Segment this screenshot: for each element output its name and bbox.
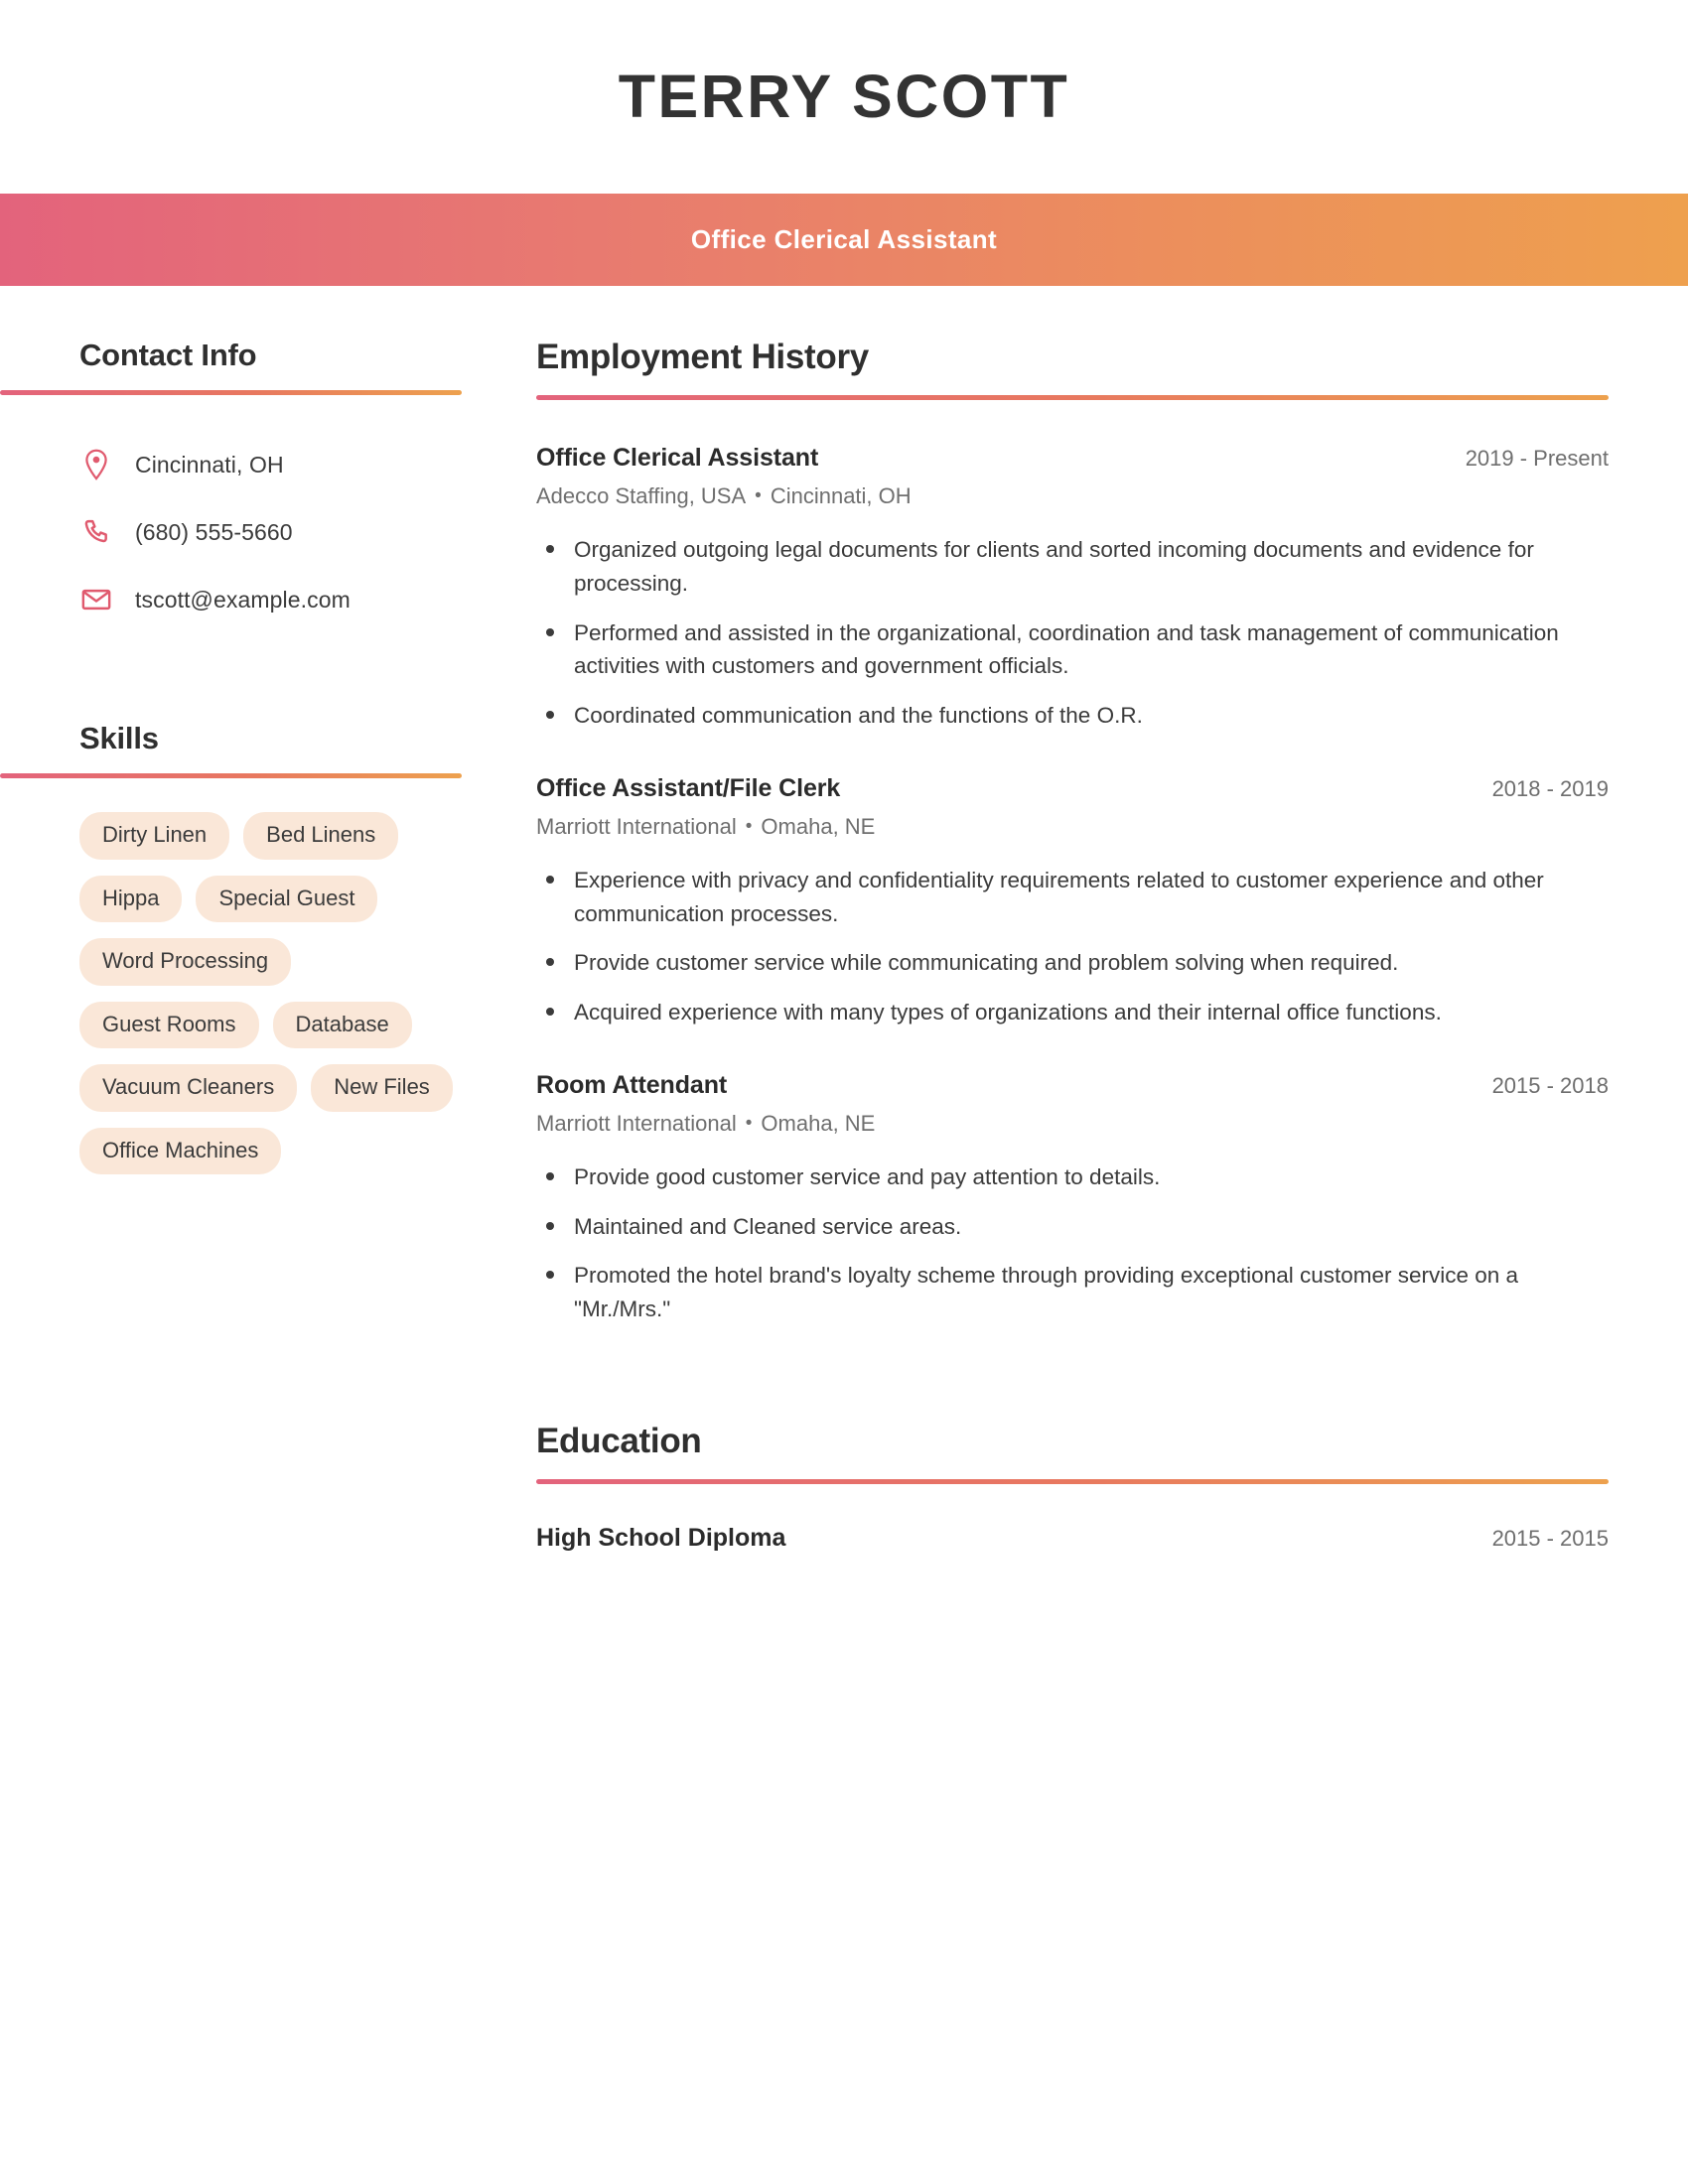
employment-bullet: Acquired experience with many types of o… [536,996,1599,1029]
employment-bullet-list: Organized outgoing legal documents for c… [536,533,1609,733]
employment-bullet: Provide customer service while communica… [536,946,1599,980]
employment-company: Marriott International [536,1110,737,1136]
separator-dot-icon: • [755,485,762,506]
contact-item-phone: (680) 555-5660 [79,498,536,566]
skill-pill: Dirty Linen [79,812,230,860]
employment-entry-header: Office Assistant/File Clerk 2018 - 2019 [536,774,1609,803]
employment-company: Adecco Staffing, USA [536,483,747,508]
employment-company-location: Marriott International • Omaha, NE [536,1111,1609,1137]
skill-pill: Word Processing [79,938,292,986]
employment-entry: Office Clerical Assistant 2019 - Present A… [536,444,1609,733]
contact-info-heading: Contact Info [79,338,257,372]
contact-info-section: Contact Info Cincinnati, OH (680) 555-56… [0,338,536,633]
sidebar: Contact Info Cincinnati, OH (680) 555-56… [0,338,536,1174]
employment-location: Omaha, NE [761,1110,876,1136]
phone-icon [79,518,113,546]
contact-list: Cincinnati, OH (680) 555-5660 tscott@exa… [0,431,536,633]
employment-location: Omaha, NE [761,813,876,839]
education-divider [536,1478,1609,1484]
contact-location-text: Cincinnati, OH [135,451,284,478]
skills-heading: Skills [79,721,159,755]
employment-list: Office Clerical Assistant 2019 - Present A… [536,444,1609,1326]
resume-page: TERRY SCOTT Office Clerical Assistant Co… [0,0,1688,2184]
resume-header: TERRY SCOTT [0,0,1688,194]
employment-bullet: Experience with privacy and confidential… [536,864,1599,931]
skill-pill: New Files [311,1064,453,1112]
contact-item-email: tscott@example.com [79,566,536,633]
employment-bullet: Coordinated communication and the functi… [536,699,1599,733]
skills-section: Skills Dirty Linen Bed Linens Hippa Special… [0,721,536,1174]
education-list: High School Diploma 2015 - 2015 [536,1524,1609,1553]
employment-bullet-list: Provide good customer service and pay at… [536,1160,1609,1326]
education-entry-header: High School Diploma 2015 - 2015 [536,1524,1609,1553]
candidate-job-title: Office Clerical Assistant [690,224,998,254]
employment-bullet: Promoted the hotel brand's loyalty schem… [536,1259,1599,1326]
skill-pill: Office Machines [79,1127,282,1174]
employment-entry-header: Room Attendant 2015 - 2018 [536,1071,1609,1100]
employment-bullet: Performed and assisted in the organizati… [536,616,1599,684]
skill-pill: Guest Rooms [79,1001,259,1048]
resume-body: Contact Info Cincinnati, OH (680) 555-56… [0,286,1688,1553]
employment-entry: Office Assistant/File Clerk 2018 - 2019 Ma… [536,774,1609,1029]
employment-company: Marriott International [536,813,737,839]
education-section: Education High School Diploma 2015 - 2015 [536,1422,1609,1553]
candidate-name: TERRY SCOTT [618,63,1070,130]
education-entry: High School Diploma 2015 - 2015 [536,1524,1609,1553]
employment-company-location: Adecco Staffing, USA • Cincinnati, OH [536,483,1609,509]
employment-job-title: Office Clerical Assistant [536,444,819,472]
employment-dates: 2019 - Present [1465,446,1609,471]
employment-dates: 2018 - 2019 [1491,775,1609,801]
skill-pill: Hippa [79,875,183,922]
employment-job-title: Office Assistant/File Clerk [536,773,841,802]
employment-bullet: Provide good customer service and pay at… [536,1160,1599,1194]
skills-list: Dirty Linen Bed Linens Hippa Special Guest W… [0,812,467,1174]
skill-pill: Bed Linens [243,812,399,860]
employment-bullet-list: Experience with privacy and confidential… [536,864,1609,1029]
employment-history-divider [536,395,1609,400]
location-pin-icon [79,449,113,480]
employment-job-title: Room Attendant [536,1070,728,1099]
envelope-icon [79,588,113,612]
main-content: Employment History Office Clerical Assis… [536,338,1688,1553]
employment-location: Cincinnati, OH [770,483,912,508]
education-dates: 2015 - 2015 [1491,1525,1609,1551]
contact-info-divider [0,390,462,395]
employment-dates: 2015 - 2018 [1491,1072,1609,1098]
employment-history-section: Employment History Office Clerical Assis… [536,338,1609,1326]
skill-pill: Vacuum Cleaners [79,1064,298,1112]
employment-entry: Room Attendant 2015 - 2018 Marriott Intern… [536,1071,1609,1326]
contact-email-text: tscott@example.com [135,586,351,613]
job-title-banner: Office Clerical Assistant [0,194,1688,286]
separator-dot-icon: • [745,1112,753,1134]
contact-item-location: Cincinnati, OH [79,431,536,498]
skill-pill: Database [272,1001,412,1048]
separator-dot-icon: • [745,815,753,837]
employment-history-heading: Employment History [536,338,869,376]
employment-bullet: Organized outgoing legal documents for c… [536,533,1599,601]
employment-bullet: Maintained and Cleaned service areas. [536,1210,1599,1244]
education-heading: Education [536,1421,702,1460]
education-degree: High School Diploma [536,1523,786,1552]
employment-company-location: Marriott International • Omaha, NE [536,814,1609,840]
employment-entry-header: Office Clerical Assistant 2019 - Present [536,444,1609,473]
skills-divider [0,773,462,778]
contact-phone-text: (680) 555-5660 [135,518,293,545]
skill-pill: Special Guest [196,875,378,922]
